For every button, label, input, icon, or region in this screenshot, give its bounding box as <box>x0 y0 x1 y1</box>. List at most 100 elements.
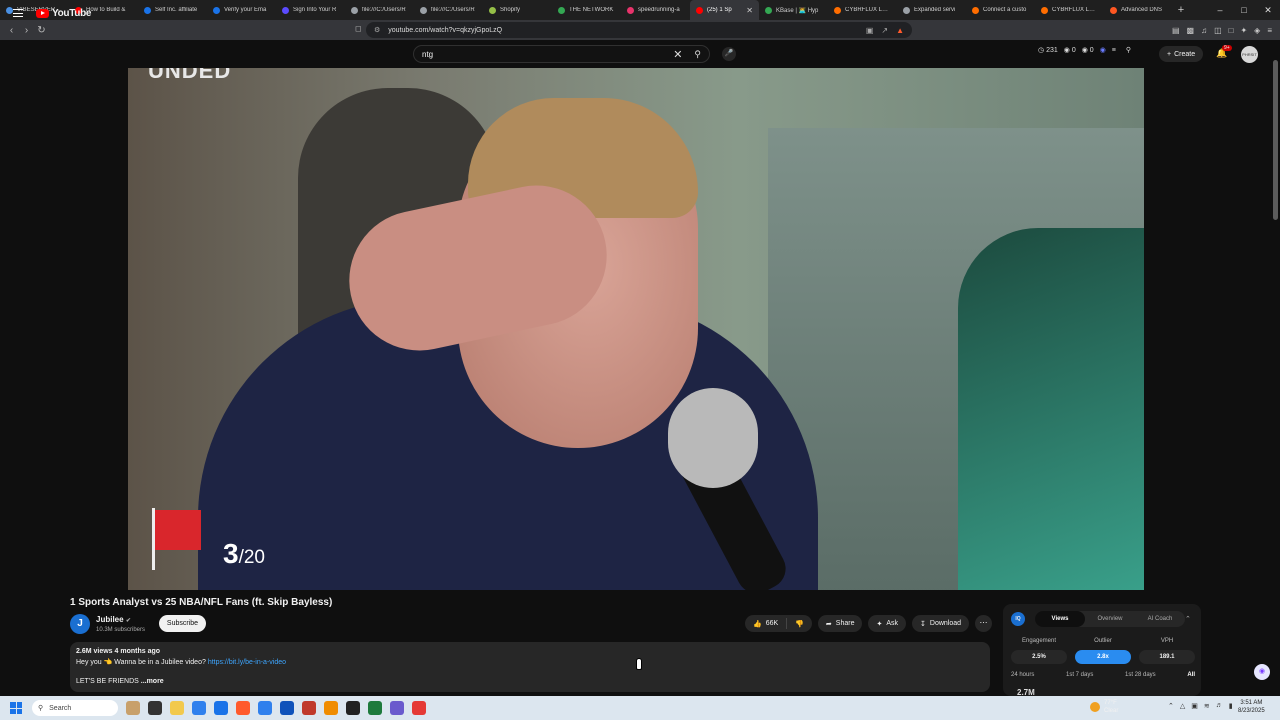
period-all[interactable]: All <box>1187 672 1195 678</box>
taskbar-app-icon[interactable] <box>412 701 426 715</box>
period-7d[interactable]: 1st 7 days <box>1066 672 1093 678</box>
windows-start-icon[interactable] <box>10 702 22 714</box>
tab-views[interactable]: Views <box>1035 611 1085 627</box>
browser-tab[interactable]: Self Inc. affiliate <box>138 0 207 20</box>
battery-icon[interactable]: ▮ <box>1229 702 1233 710</box>
site-info-icon[interactable]: ⚙ <box>374 26 380 34</box>
browser-tab[interactable]: KBase | 👨‍💻 Hyp <box>759 0 828 20</box>
minimize-icon[interactable]: – <box>1208 0 1232 20</box>
search-input[interactable]: ntg <box>422 50 673 59</box>
browser-tab[interactable]: Connect a custo <box>966 0 1035 20</box>
page-scrollbar[interactable] <box>1273 60 1278 220</box>
browser-tab[interactable]: Shopify <box>483 0 552 20</box>
browser-tab[interactable]: Sign Into Your R <box>276 0 345 20</box>
taskbar-app-icon[interactable] <box>258 701 272 715</box>
video-jersey-person <box>958 228 1144 590</box>
taskbar-app-icon[interactable] <box>390 701 404 715</box>
taskbar-app-icon[interactable] <box>192 701 206 715</box>
dislike-button[interactable]: 👎 <box>787 615 812 632</box>
like-button[interactable]: 👍 66K <box>745 615 786 632</box>
windows-taskbar: ⚲ Search <box>0 696 1280 720</box>
hamburger-menu-icon[interactable] <box>13 9 23 17</box>
trophy-icon[interactable]: ⚲ <box>1126 46 1131 54</box>
weather-widget[interactable]: 77°F Clear <box>1090 699 1118 715</box>
tab-overview[interactable]: Overview <box>1085 611 1135 627</box>
tab-close-icon[interactable]: ✕ <box>746 6 753 15</box>
taskbar-app-icon[interactable] <box>126 701 140 715</box>
taskbar-app-icon[interactable] <box>148 701 162 715</box>
bookmark-icon[interactable]: ◻ <box>355 24 362 33</box>
video-player[interactable]: UNDED 3/20 <box>128 68 1144 590</box>
subscribe-button[interactable]: Subscribe <box>159 615 206 632</box>
clear-search-icon[interactable]: ✕ <box>673 48 682 61</box>
url-bar[interactable]: ⚙ youtube.com/watch?v=qkzyjGpoLzQ ▣ ↗ ▲ <box>366 22 912 38</box>
volume-icon[interactable]: ♬ <box>1216 702 1223 710</box>
youtube-logo[interactable]: YouTube <box>36 8 92 19</box>
show-more-button[interactable]: ...more <box>141 678 164 685</box>
browser-tab[interactable]: Expanded servi <box>897 0 966 20</box>
collapse-icon[interactable]: ⌃ <box>1185 615 1191 623</box>
taskbar-app-icon[interactable] <box>214 701 228 715</box>
new-tab-icon[interactable]: + <box>1173 4 1189 16</box>
forward-icon[interactable]: › <box>19 25 34 36</box>
back-icon[interactable]: ‹ <box>4 25 19 36</box>
extension-badge-icon[interactable]: ◉ <box>1100 46 1106 54</box>
tab-label: KBase | 👨‍💻 Hyp <box>776 7 819 14</box>
display-icon[interactable]: ▣ <box>1191 702 1198 710</box>
close-icon[interactable]: ✕ <box>1256 0 1280 20</box>
vpn-icon[interactable]: ◈ <box>1254 26 1260 35</box>
more-actions-icon[interactable]: ⋯ <box>975 615 993 632</box>
taskbar-app-icon[interactable] <box>346 701 360 715</box>
ai-icon[interactable]: ✦ <box>1240 26 1247 35</box>
extension-icon[interactable]: ▩ <box>1187 26 1195 35</box>
taskbar-app-icon[interactable] <box>368 701 382 715</box>
menu-icon[interactable]: ≡ <box>1267 26 1272 35</box>
description-link[interactable]: https://bit.ly/be-in-a-video <box>208 659 286 666</box>
browser-tab[interactable]: THE NETWORK <box>552 0 621 20</box>
browser-tab[interactable]: file:///C:/Users/R <box>414 0 483 20</box>
taskbar-app-icon[interactable] <box>302 701 316 715</box>
voice-search-icon[interactable]: 🎤 <box>722 47 736 61</box>
create-button[interactable]: + Create <box>1159 46 1204 62</box>
ask-button[interactable]: ✦ Ask <box>868 615 907 632</box>
taskbar-app-icon[interactable] <box>170 701 184 715</box>
period-24h[interactable]: 24 hours <box>1011 672 1034 678</box>
browser-tab[interactable]: speedrunning-a <box>621 0 690 20</box>
search-box[interactable]: ntg ✕ ⚲ <box>413 45 710 63</box>
chevron-up-icon[interactable]: ⌃ <box>1168 702 1174 710</box>
channel-name[interactable]: Jubilee ✔ <box>96 615 131 624</box>
network-icon[interactable]: △ <box>1180 702 1185 710</box>
browser-tab[interactable]: CYBRFLUX Land <box>828 0 897 20</box>
search-icon[interactable]: ⚲ <box>694 49 701 60</box>
brave-shield-icon[interactable]: ▲ <box>896 26 904 35</box>
taskbar-app-icon[interactable] <box>280 701 294 715</box>
avatar[interactable]: PHRSIT <box>1241 46 1258 63</box>
reload-icon[interactable]: ↻ <box>34 25 49 36</box>
wifi-icon[interactable]: ≋ <box>1204 702 1210 710</box>
taskbar-app-icon[interactable] <box>236 701 250 715</box>
taskbar-clock[interactable]: 3:51 AM 8/23/2025 <box>1238 699 1265 715</box>
notifications-button[interactable]: 🔔 9+ <box>1216 45 1232 59</box>
browser-tab[interactable]: Advanced DNS <box>1104 0 1173 20</box>
tab-ai-coach[interactable]: AI Coach <box>1135 611 1185 627</box>
browser-tab[interactable]: file:///C:/Users/R <box>345 0 414 20</box>
taskbar-search[interactable]: ⚲ Search <box>32 700 118 716</box>
cast-icon[interactable]: ▣ <box>866 26 874 35</box>
browser-tab[interactable]: CYBRFLUX Land <box>1035 0 1104 20</box>
maximize-icon[interactable]: □ <box>1232 0 1256 20</box>
list-icon[interactable]: ≡ <box>1112 47 1116 54</box>
download-button[interactable]: ↧ Download <box>912 615 970 632</box>
sidebar-icon[interactable]: ◫ <box>1214 26 1222 35</box>
channel-avatar[interactable]: J <box>70 614 90 634</box>
wallet-icon[interactable]: □ <box>1229 26 1234 35</box>
period-28d[interactable]: 1st 28 days <box>1125 672 1156 678</box>
description-box[interactable]: 2.6M views 4 months ago Hey you 👈 Wanna … <box>70 642 990 692</box>
extension-sidebar-icon[interactable]: ◉ <box>1254 664 1270 680</box>
extension-icon[interactable]: ▤ <box>1172 26 1180 35</box>
media-icon[interactable]: ♫ <box>1201 26 1207 35</box>
browser-tab[interactable]: (25) 1 Sp ✕ <box>690 0 759 20</box>
browser-tab[interactable]: Verify your Ema <box>207 0 276 20</box>
taskbar-app-icon[interactable] <box>324 701 338 715</box>
share-page-icon[interactable]: ↗ <box>881 26 888 35</box>
share-button[interactable]: ➦ Share <box>817 615 863 632</box>
